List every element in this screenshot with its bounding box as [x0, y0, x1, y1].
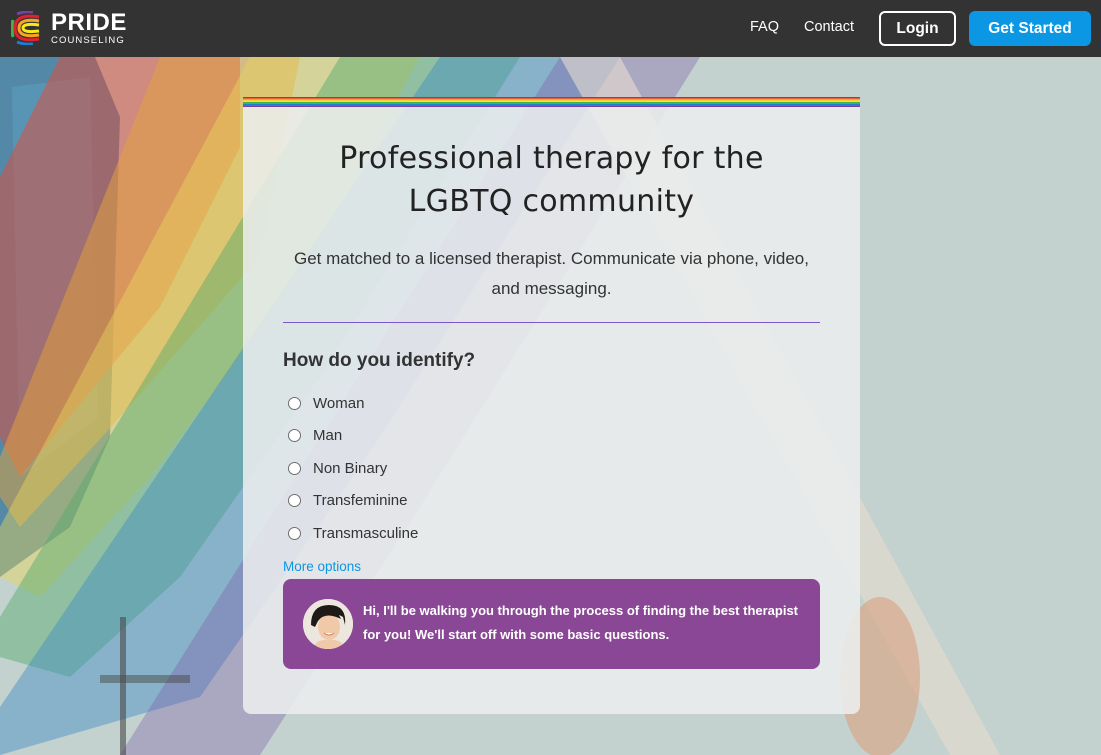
pride-logo-icon — [11, 11, 40, 45]
brand-logo[interactable]: PRIDE COUNSELING — [11, 8, 127, 46]
page-title: Professional therapy for the LGBTQ commu… — [243, 137, 860, 223]
title-line-2: LGBTQ community — [408, 184, 695, 219]
get-started-button[interactable]: Get Started — [969, 11, 1091, 46]
top-navbar: PRIDE COUNSELING FAQ Contact Login Get S… — [0, 0, 1101, 57]
radio-man[interactable] — [288, 429, 301, 442]
radio-transmasculine[interactable] — [288, 527, 301, 540]
assistant-message-text: Hi, I'll be walking you through the proc… — [363, 599, 803, 647]
page-subtitle: Get matched to a licensed therapist. Com… — [283, 244, 820, 304]
rainbow-stripe — [243, 97, 860, 107]
nav-faq-link[interactable]: FAQ — [750, 19, 779, 35]
radio-non-binary[interactable] — [288, 462, 301, 475]
subtitle-line-2: and messaging. — [491, 279, 612, 298]
title-line-1: Professional therapy for the — [339, 141, 764, 176]
brand-subtitle: COUNSELING — [51, 34, 125, 46]
option-woman[interactable]: Woman — [288, 395, 364, 412]
subtitle-line-1: Get matched to a licensed therapist. Com… — [293, 249, 809, 268]
login-button[interactable]: Login — [879, 11, 956, 46]
option-label: Transmasculine — [313, 525, 419, 542]
option-label: Transfeminine — [313, 492, 408, 509]
option-transmasculine[interactable]: Transmasculine — [288, 525, 418, 542]
option-man[interactable]: Man — [288, 427, 342, 444]
assistant-message: Hi, I'll be walking you through the proc… — [283, 579, 820, 669]
option-label: Non Binary — [313, 460, 388, 477]
assistant-message-line-2: for you! We'll start off with some basic… — [363, 627, 670, 642]
radio-woman[interactable] — [288, 397, 301, 410]
assistant-avatar — [303, 599, 353, 649]
nav-contact-link[interactable]: Contact — [804, 19, 854, 35]
identity-question: How do you identify? — [283, 350, 476, 371]
option-label: Woman — [313, 395, 365, 412]
assistant-message-line-1: Hi, I'll be walking you through the proc… — [363, 603, 799, 618]
more-options-link[interactable]: More options — [283, 559, 361, 574]
brand-title: PRIDE — [51, 8, 127, 36]
option-transfeminine[interactable]: Transfeminine — [288, 492, 407, 509]
option-non-binary[interactable]: Non Binary — [288, 460, 387, 477]
option-label: Man — [313, 427, 343, 444]
radio-transfeminine[interactable] — [288, 494, 301, 507]
signup-card: Professional therapy for the LGBTQ commu… — [243, 97, 860, 714]
section-divider — [283, 322, 820, 323]
